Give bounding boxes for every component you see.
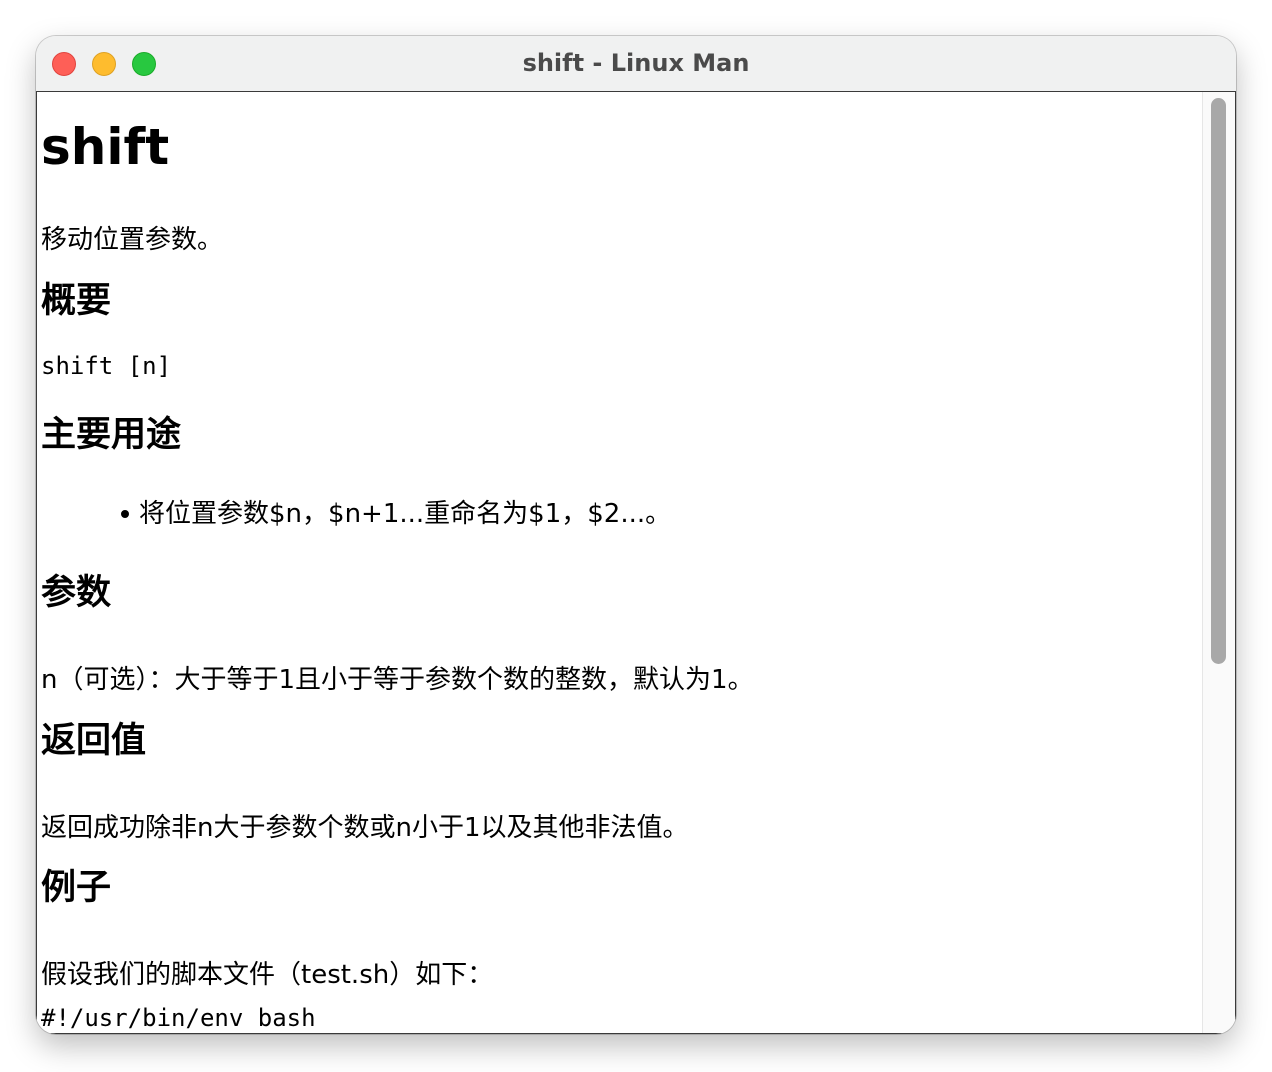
- document-viewport[interactable]: shift 移动位置参数。 概要 shift [n] 主要用途 将位置参数$n，…: [36, 92, 1236, 1034]
- page-title: shift: [41, 118, 170, 176]
- return-heading: 返回值: [41, 721, 147, 761]
- example-heading: 例子: [41, 868, 112, 908]
- bullet-icon: [121, 510, 129, 518]
- return-text: 返回成功除非n大于参数个数或n小于1以及其他非法值。: [41, 813, 689, 843]
- app-window: shift - Linux Man shift 移动位置参数。 概要 shift…: [36, 36, 1236, 1034]
- params-heading: 参数: [41, 573, 112, 613]
- window-title: shift - Linux Man: [522, 49, 750, 77]
- summary-text: 移动位置参数。: [41, 225, 224, 255]
- params-text: n（可选）：大于等于1且小于等于参数个数的整数，默认为1。: [41, 665, 754, 695]
- example-intro: 假设我们的脚本文件（test.sh）如下：: [41, 960, 494, 990]
- title-bar: shift - Linux Man: [36, 36, 1236, 92]
- usage-list: 将位置参数$n，$n+1...重命名为$1，$2...。: [41, 498, 1141, 532]
- usage-heading: 主要用途: [41, 415, 182, 455]
- synopsis-code: shift [n]: [41, 352, 172, 380]
- scrollbar-thumb[interactable]: [1211, 98, 1226, 664]
- vertical-scrollbar[interactable]: [1202, 92, 1235, 1033]
- example-code-line: #!/usr/bin/env bash: [41, 1004, 316, 1032]
- usage-item-text: 将位置参数$n，$n+1...重命名为$1，$2...。: [139, 499, 672, 529]
- synopsis-heading: 概要: [41, 281, 112, 321]
